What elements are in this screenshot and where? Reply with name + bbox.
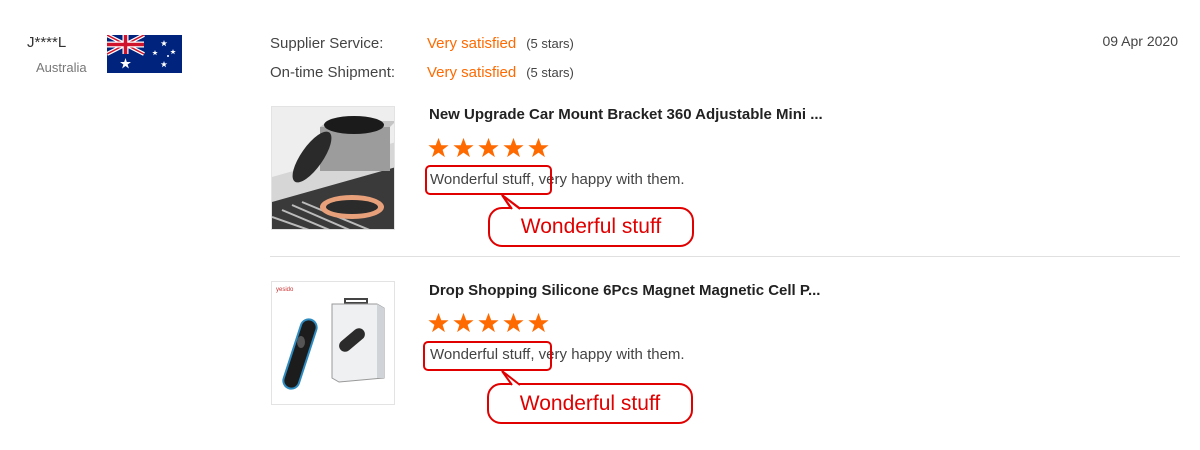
highlight-box xyxy=(425,165,552,195)
review-date: 09 Apr 2020 xyxy=(1102,33,1178,49)
star-icon xyxy=(503,312,524,333)
svg-text:yesido: yesido xyxy=(276,287,294,293)
annotation-callout: Wonderful stuff xyxy=(488,207,694,247)
product-image[interactable] xyxy=(271,106,395,230)
review-divider xyxy=(270,256,1180,257)
star-icon xyxy=(528,137,549,158)
car-mount-product-photo xyxy=(272,107,394,229)
star-icon xyxy=(528,312,549,333)
star-icon xyxy=(503,137,524,158)
reviewer-name: J****L xyxy=(27,34,67,51)
product-star-rating xyxy=(427,312,550,334)
product-title[interactable]: Drop Shopping Silicone 6Pcs Magnet Magne… xyxy=(429,282,820,299)
rating-value: Very satisfied xyxy=(427,64,517,81)
star-icon xyxy=(478,312,499,333)
annotation-callout: Wonderful stuff xyxy=(487,383,693,424)
star-icon xyxy=(453,137,474,158)
review-rest: very happy with them. xyxy=(534,171,685,188)
rating-value: Very satisfied xyxy=(427,35,517,52)
rating-note: (5 stars) xyxy=(526,36,574,51)
rating-note: (5 stars) xyxy=(526,65,574,80)
callout-tail xyxy=(501,370,521,386)
product-image[interactable]: yesido xyxy=(271,281,395,405)
reviewer-country: Australia xyxy=(36,60,87,75)
callout-tail-cover xyxy=(501,194,521,210)
star-icon xyxy=(428,137,449,158)
highlight-box xyxy=(423,341,552,371)
rating-label: On-time Shipment: xyxy=(270,64,396,81)
star-icon xyxy=(453,312,474,333)
star-icon xyxy=(478,137,499,158)
australia-flag-icon xyxy=(107,35,182,73)
rating-supplier-service: Supplier Service: Very satisfied (5 stars) xyxy=(270,35,574,52)
rating-on-time-shipment: On-time Shipment: Very satisfied (5 stars) xyxy=(270,64,574,81)
magnet-mount-product-photo: yesido xyxy=(272,282,394,404)
product-star-rating xyxy=(427,137,550,159)
star-icon xyxy=(428,312,449,333)
review-rest: very happy with them. xyxy=(534,346,685,363)
rating-label: Supplier Service: xyxy=(270,35,384,52)
product-title[interactable]: New Upgrade Car Mount Bracket 360 Adjust… xyxy=(429,106,823,123)
